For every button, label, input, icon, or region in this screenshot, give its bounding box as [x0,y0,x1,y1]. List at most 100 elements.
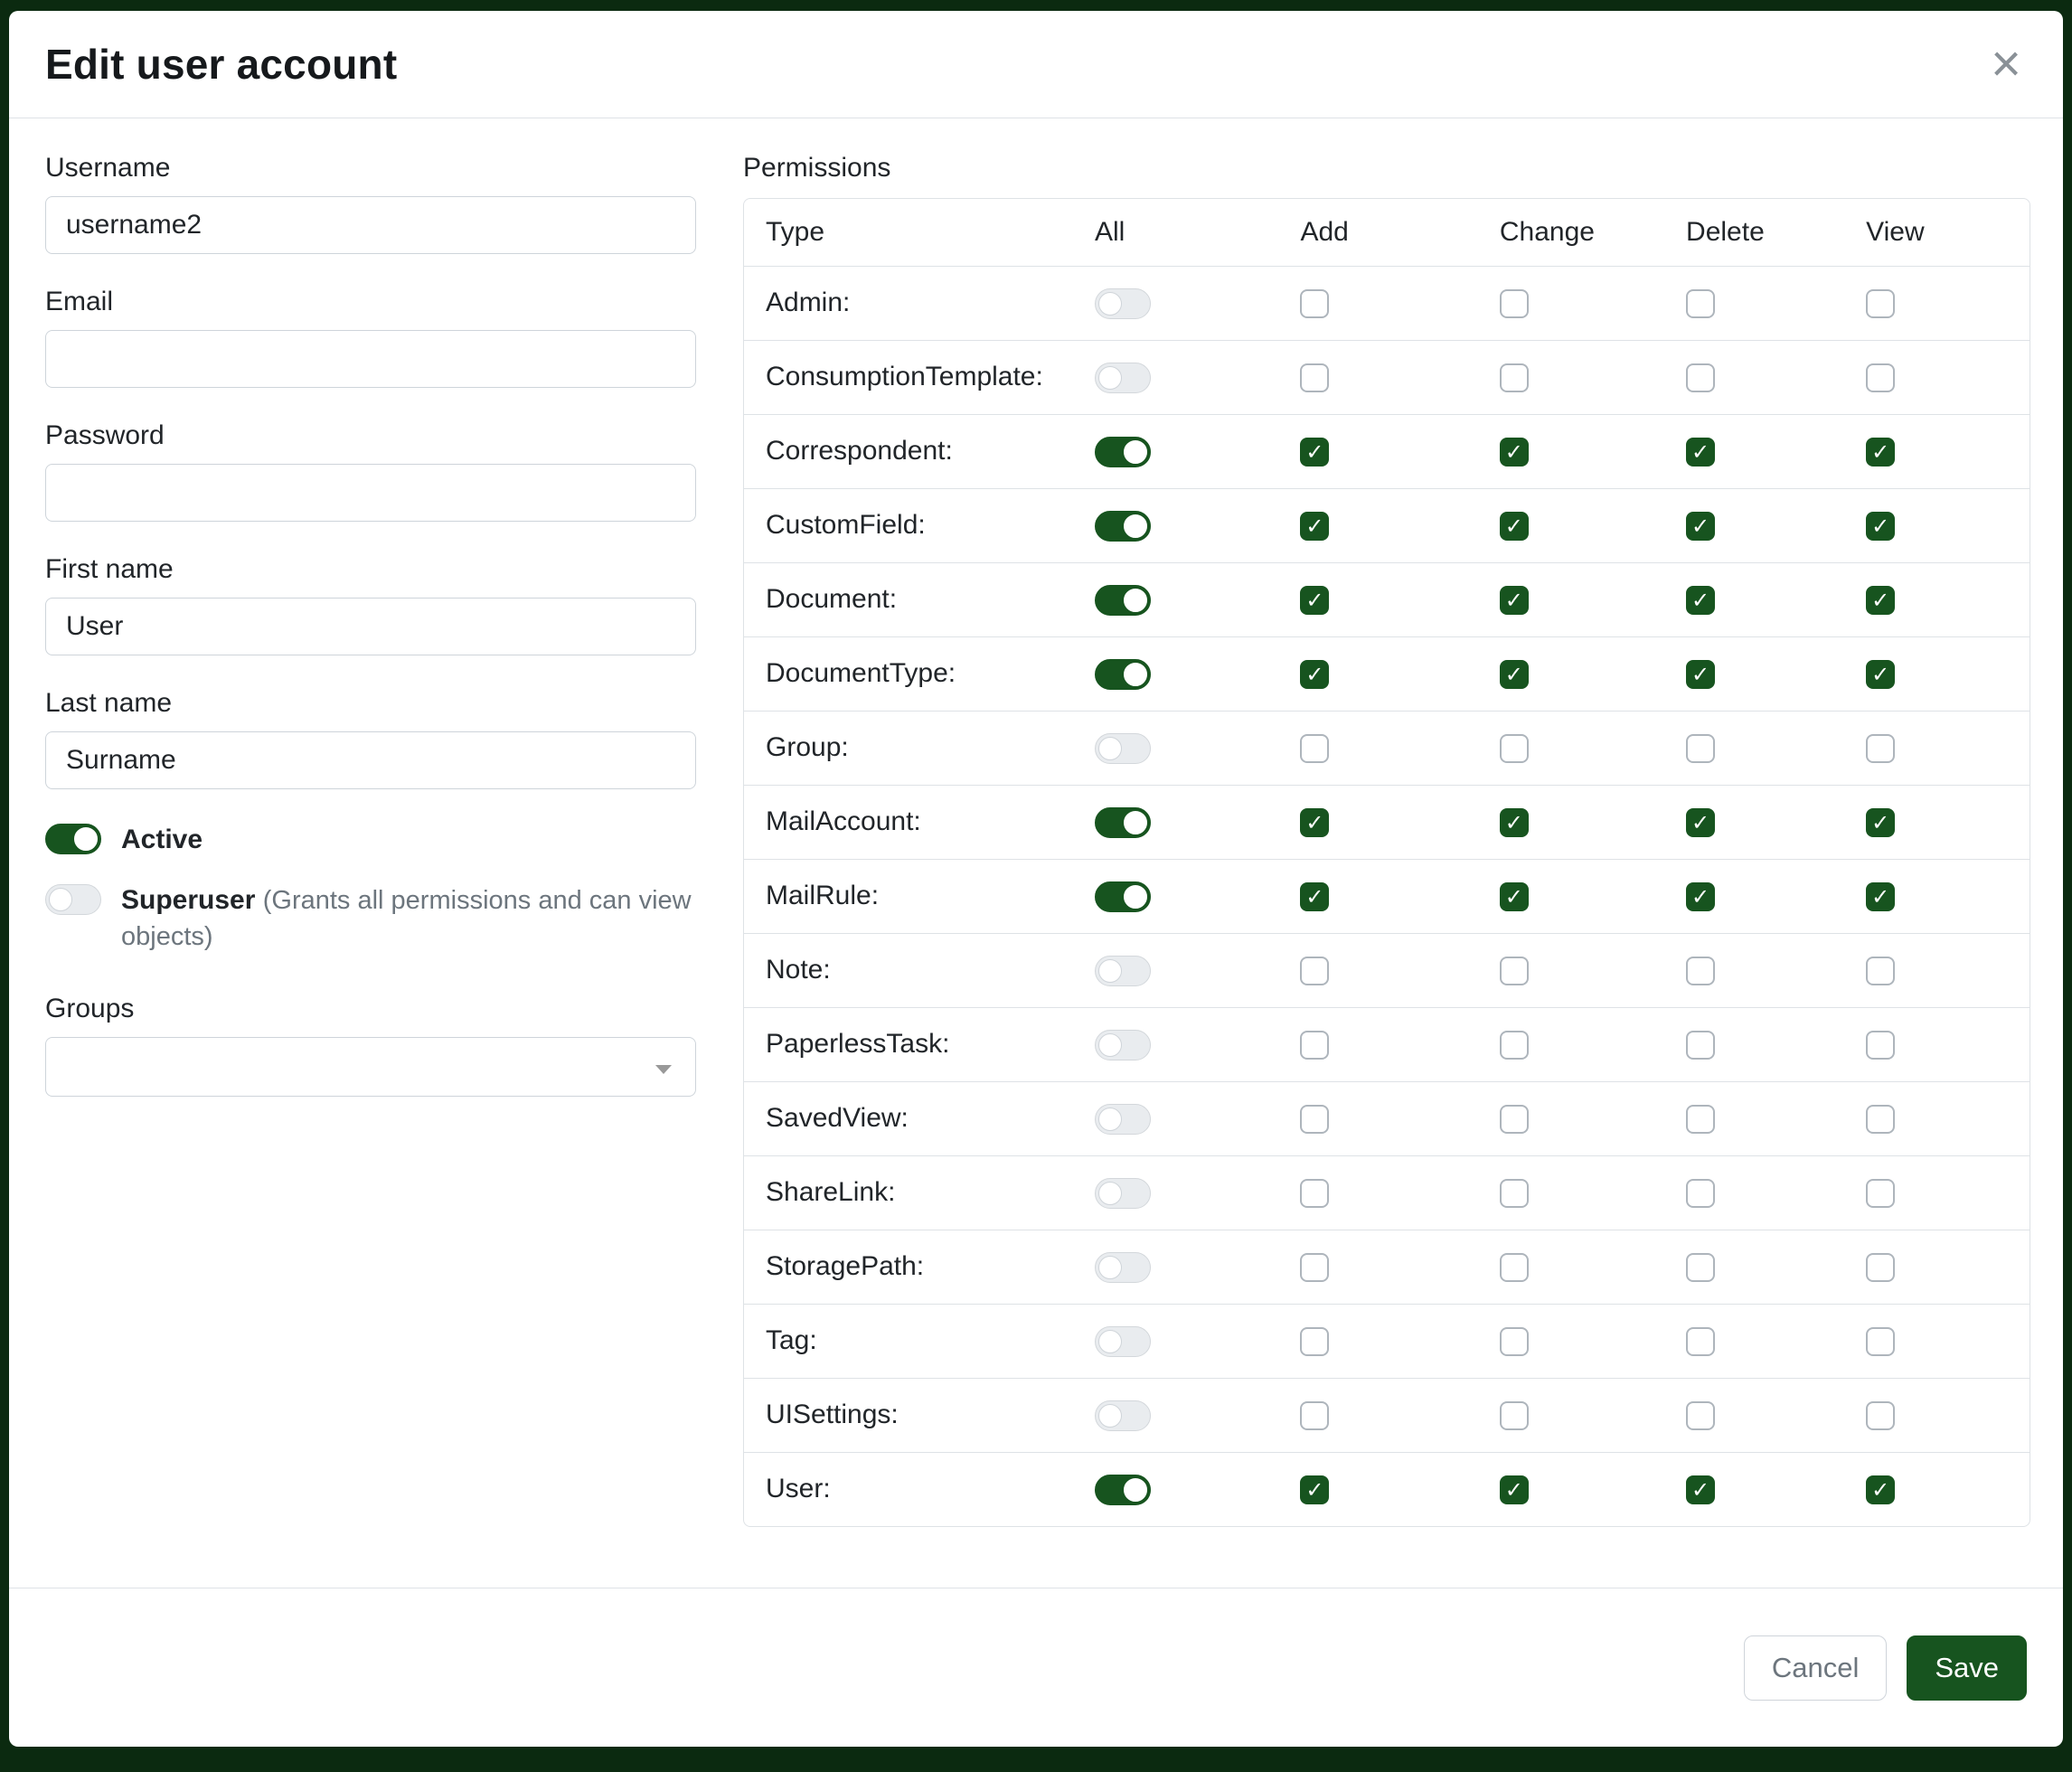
perm-all-toggle[interactable] [1095,1475,1151,1505]
perm-all-toggle[interactable] [1095,511,1151,542]
perm-delete-checkbox[interactable] [1686,734,1715,763]
perm-all-toggle[interactable] [1095,1178,1151,1209]
perm-delete-checkbox[interactable]: ✓ [1686,438,1715,467]
modal-header: Edit user account × [9,11,2063,118]
perm-add-checkbox[interactable]: ✓ [1300,882,1329,911]
perm-change-checkbox[interactable]: ✓ [1500,586,1529,615]
perm-all-toggle[interactable] [1095,1030,1151,1060]
perm-all-toggle[interactable] [1095,288,1151,319]
perm-change-checkbox[interactable] [1500,957,1529,985]
perm-view-checkbox[interactable]: ✓ [1866,1475,1895,1504]
perm-all-toggle[interactable] [1095,363,1151,393]
perm-add-checkbox[interactable] [1300,363,1329,392]
perm-add-checkbox[interactable]: ✓ [1300,438,1329,467]
perm-view-checkbox[interactable] [1866,957,1895,985]
perm-delete-checkbox[interactable] [1686,1031,1715,1060]
perm-add-checkbox[interactable] [1300,1105,1329,1134]
perm-add-checkbox[interactable] [1300,1401,1329,1430]
active-toggle[interactable] [45,824,101,854]
perm-change-checkbox[interactable] [1500,1327,1529,1356]
perm-add-checkbox[interactable] [1300,1031,1329,1060]
close-icon[interactable]: × [1985,38,2027,90]
perm-all-toggle[interactable] [1095,807,1151,838]
perm-all-toggle[interactable] [1095,437,1151,467]
perm-view-checkbox[interactable]: ✓ [1866,882,1895,911]
perm-delete-checkbox[interactable] [1686,1105,1715,1134]
permission-row: ShareLink: [744,1155,2030,1230]
perm-add-checkbox[interactable]: ✓ [1300,1475,1329,1504]
username-input[interactable] [45,196,696,254]
perm-add-checkbox[interactable] [1300,289,1329,318]
superuser-toggle[interactable] [45,884,101,915]
last-name-input[interactable] [45,731,696,789]
perm-view-checkbox[interactable] [1866,1327,1895,1356]
perm-view-checkbox[interactable] [1866,1253,1895,1282]
save-button[interactable]: Save [1907,1635,2027,1701]
perm-add-checkbox[interactable]: ✓ [1300,660,1329,689]
perm-change-checkbox[interactable] [1500,1401,1529,1430]
perm-delete-checkbox[interactable]: ✓ [1686,586,1715,615]
first-name-label: First name [45,554,696,585]
perm-view-checkbox[interactable]: ✓ [1866,586,1895,615]
perm-change-checkbox[interactable] [1500,363,1529,392]
perm-change-checkbox[interactable] [1500,1253,1529,1282]
perm-all-toggle[interactable] [1095,881,1151,912]
perm-delete-checkbox[interactable] [1686,1401,1715,1430]
perm-all-toggle[interactable] [1095,956,1151,986]
perm-view-checkbox[interactable] [1866,734,1895,763]
perm-add-checkbox[interactable] [1300,957,1329,985]
perm-delete-checkbox[interactable] [1686,363,1715,392]
perm-delete-checkbox[interactable] [1686,1179,1715,1208]
perm-view-checkbox[interactable] [1866,1179,1895,1208]
perm-view-checkbox[interactable] [1866,1105,1895,1134]
perm-delete-checkbox[interactable]: ✓ [1686,660,1715,689]
perm-delete-checkbox[interactable]: ✓ [1686,882,1715,911]
perm-change-checkbox[interactable] [1500,289,1529,318]
perm-delete-checkbox[interactable]: ✓ [1686,512,1715,541]
perm-view-checkbox[interactable] [1866,289,1895,318]
perm-add-checkbox[interactable] [1300,1179,1329,1208]
perm-change-checkbox[interactable] [1500,1031,1529,1060]
perm-all-toggle[interactable] [1095,585,1151,616]
perm-view-checkbox[interactable]: ✓ [1866,438,1895,467]
perm-change-checkbox[interactable] [1500,734,1529,763]
perm-delete-checkbox[interactable]: ✓ [1686,1475,1715,1504]
perm-add-checkbox[interactable]: ✓ [1300,808,1329,837]
perm-change-checkbox[interactable] [1500,1179,1529,1208]
perm-delete-checkbox[interactable] [1686,289,1715,318]
perm-delete-checkbox[interactable]: ✓ [1686,808,1715,837]
perm-view-checkbox[interactable] [1866,363,1895,392]
perm-all-toggle[interactable] [1095,733,1151,764]
perm-change-checkbox[interactable]: ✓ [1500,660,1529,689]
modal-footer: Cancel Save [9,1588,2063,1747]
perm-delete-checkbox[interactable] [1686,957,1715,985]
perm-add-checkbox[interactable]: ✓ [1300,586,1329,615]
perm-view-checkbox[interactable]: ✓ [1866,512,1895,541]
perm-change-checkbox[interactable]: ✓ [1500,438,1529,467]
perm-add-checkbox[interactable] [1300,734,1329,763]
password-input[interactable] [45,464,696,522]
cancel-button[interactable]: Cancel [1744,1635,1888,1701]
groups-select[interactable] [45,1037,696,1097]
perm-view-checkbox[interactable] [1866,1401,1895,1430]
perm-change-checkbox[interactable]: ✓ [1500,512,1529,541]
perm-delete-checkbox[interactable] [1686,1327,1715,1356]
perm-change-checkbox[interactable]: ✓ [1500,882,1529,911]
perm-view-checkbox[interactable]: ✓ [1866,808,1895,837]
perm-change-checkbox[interactable]: ✓ [1500,808,1529,837]
perm-view-checkbox[interactable] [1866,1031,1895,1060]
perm-add-checkbox[interactable]: ✓ [1300,512,1329,541]
perm-all-toggle[interactable] [1095,1104,1151,1135]
perm-all-toggle[interactable] [1095,659,1151,690]
perm-add-checkbox[interactable] [1300,1327,1329,1356]
perm-change-checkbox[interactable]: ✓ [1500,1475,1529,1504]
perm-change-checkbox[interactable] [1500,1105,1529,1134]
perm-all-toggle[interactable] [1095,1326,1151,1357]
perm-all-toggle[interactable] [1095,1400,1151,1431]
perm-add-checkbox[interactable] [1300,1253,1329,1282]
perm-all-toggle[interactable] [1095,1252,1151,1283]
perm-delete-checkbox[interactable] [1686,1253,1715,1282]
email-input[interactable] [45,330,696,388]
perm-view-checkbox[interactable]: ✓ [1866,660,1895,689]
first-name-input[interactable] [45,598,696,655]
